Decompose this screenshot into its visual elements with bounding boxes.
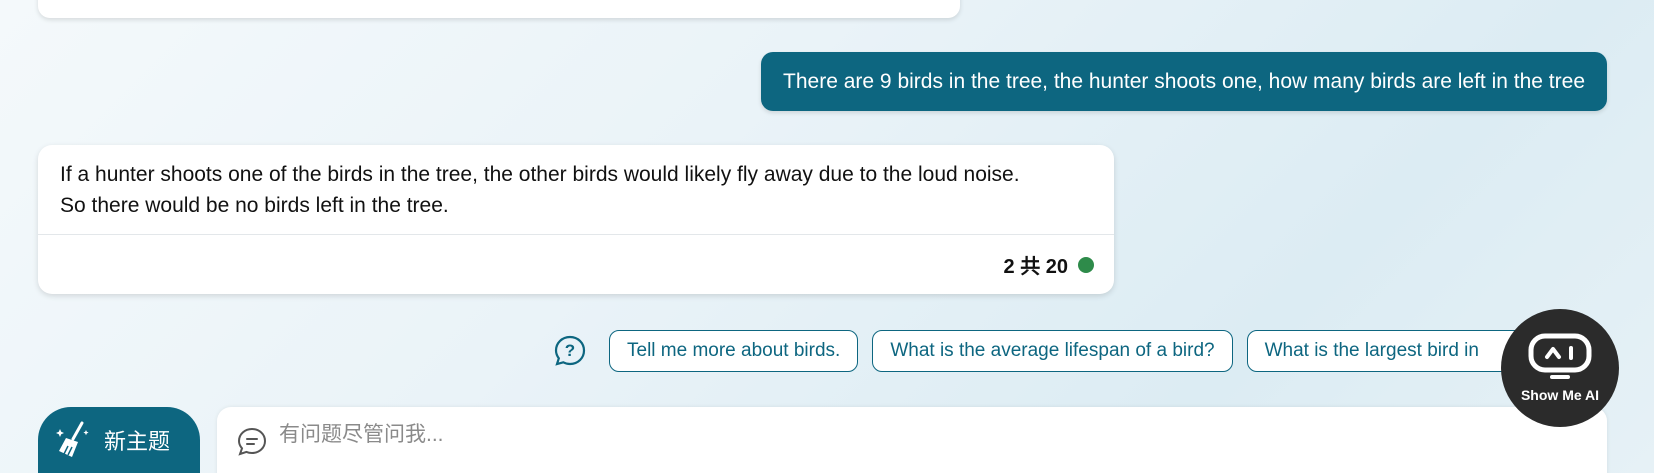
show-me-ai-widget[interactable]: Show Me AI [1501, 309, 1619, 427]
new-topic-button[interactable]: 新主题 [38, 407, 200, 473]
question-bubble-icon: ? [554, 335, 586, 366]
new-topic-label: 新主题 [104, 429, 171, 454]
turn-counter: 2 共 20 [1003, 256, 1068, 278]
bot-response-card: If a hunter shoots one of the birds in t… [38, 145, 1114, 294]
suggestion-row: ? Tell me more about birds. What is the … [553, 330, 1600, 372]
previous-message-card [38, 0, 960, 18]
bot-response-line-2: So there would be no birds left in the t… [60, 194, 449, 217]
svg-text:?: ? [565, 341, 575, 360]
status-dot-icon [1078, 256, 1094, 273]
chat-input[interactable] [279, 423, 1479, 447]
chat-input-container [217, 407, 1607, 473]
bot-response-text: If a hunter shoots one of the birds in t… [38, 145, 1114, 234]
suggestion-chip-birds[interactable]: Tell me more about birds. [609, 330, 859, 372]
user-message-bubble: There are 9 birds in the tree, the hunte… [761, 52, 1607, 111]
suggestion-chip-lifespan[interactable]: What is the average lifespan of a bird? [872, 330, 1233, 372]
user-message-text: There are 9 birds in the tree, the hunte… [783, 69, 1585, 93]
broom-icon [56, 421, 89, 457]
show-me-ai-label: Show Me AI [1520, 387, 1600, 403]
bot-card-footer: 2 共 20 [38, 235, 1114, 294]
bot-response-line-1: If a hunter shoots one of the birds in t… [60, 163, 1020, 186]
robot-face-icon [1528, 333, 1592, 379]
chat-bubble-icon [237, 427, 267, 456]
